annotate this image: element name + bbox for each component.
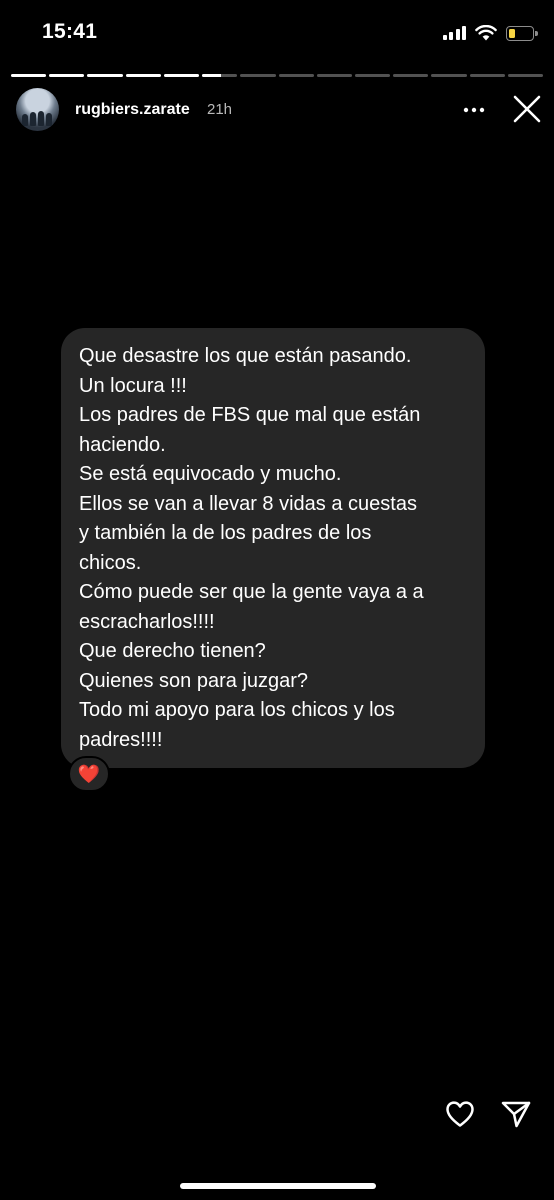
- cellular-signal-icon: [442, 26, 466, 40]
- message-line: Todo mi apoyo para los chicos y los: [79, 699, 395, 721]
- message-bubble: Que desastre los que están pasando. Un lo…: [61, 328, 485, 768]
- message-line: Ellos se van a llevar 8 vidas a cuestas: [79, 492, 417, 515]
- progress-segment: [240, 74, 276, 77]
- home-indicator: [180, 1183, 376, 1189]
- progress-segment: [11, 74, 47, 77]
- heart-outline-icon[interactable]: [443, 1097, 477, 1131]
- progress-segment: [278, 74, 314, 77]
- battery-level: [509, 28, 515, 38]
- message-line: Un locura !!!: [79, 374, 187, 397]
- story-progress-bar: [11, 74, 544, 77]
- message-reaction[interactable]: ❤️: [68, 756, 110, 792]
- avatar[interactable]: [16, 88, 59, 131]
- send-icon[interactable]: [499, 1097, 533, 1131]
- message-line: chicos.: [79, 551, 142, 574]
- message-line: Los padres de FBS que mal que están: [79, 404, 421, 426]
- status-icons: [442, 22, 538, 44]
- progress-segment: [163, 74, 200, 77]
- progress-segment: [125, 74, 161, 77]
- battery-icon: [506, 25, 538, 41]
- message-line: Se está equivocado y mucho.: [79, 463, 342, 485]
- message-line: padres!!!!: [79, 728, 163, 751]
- more-horizontal-icon[interactable]: [462, 100, 486, 120]
- progress-segment: [202, 74, 238, 77]
- progress-segment: [354, 74, 391, 77]
- close-icon[interactable]: [512, 94, 542, 124]
- progress-segment: [316, 74, 352, 77]
- wifi-icon: [475, 25, 497, 41]
- progress-segment: [469, 74, 505, 77]
- message-line: haciendo.: [79, 433, 166, 456]
- time-ago: 21h: [207, 101, 233, 118]
- message-line: Que derecho tienen?: [79, 640, 266, 662]
- progress-segment: [87, 74, 123, 77]
- username[interactable]: rugbiers.zarate: [75, 101, 190, 119]
- story-screen: 15:41 rugbiers.zarate 21h Que desastre l…: [0, 0, 554, 1200]
- message-line: Quienes son para juzgar?: [79, 669, 309, 692]
- progress-segment: [393, 74, 429, 77]
- story-header: rugbiers.zarate 21h: [16, 88, 544, 132]
- progress-segment: [431, 74, 467, 77]
- status-time: 15:41: [42, 20, 98, 43]
- message-line: y también la de los padres de los: [79, 522, 372, 544]
- heart-reaction-icon: ❤️: [77, 764, 101, 784]
- message-line: escracharlos!!!!: [79, 610, 215, 633]
- message-line: Que desastre los que están pasando.: [79, 345, 412, 367]
- message-line: Cómo puede ser que la gente vaya a a: [79, 581, 424, 603]
- progress-segment: [507, 74, 544, 77]
- progress-segment: [49, 74, 85, 77]
